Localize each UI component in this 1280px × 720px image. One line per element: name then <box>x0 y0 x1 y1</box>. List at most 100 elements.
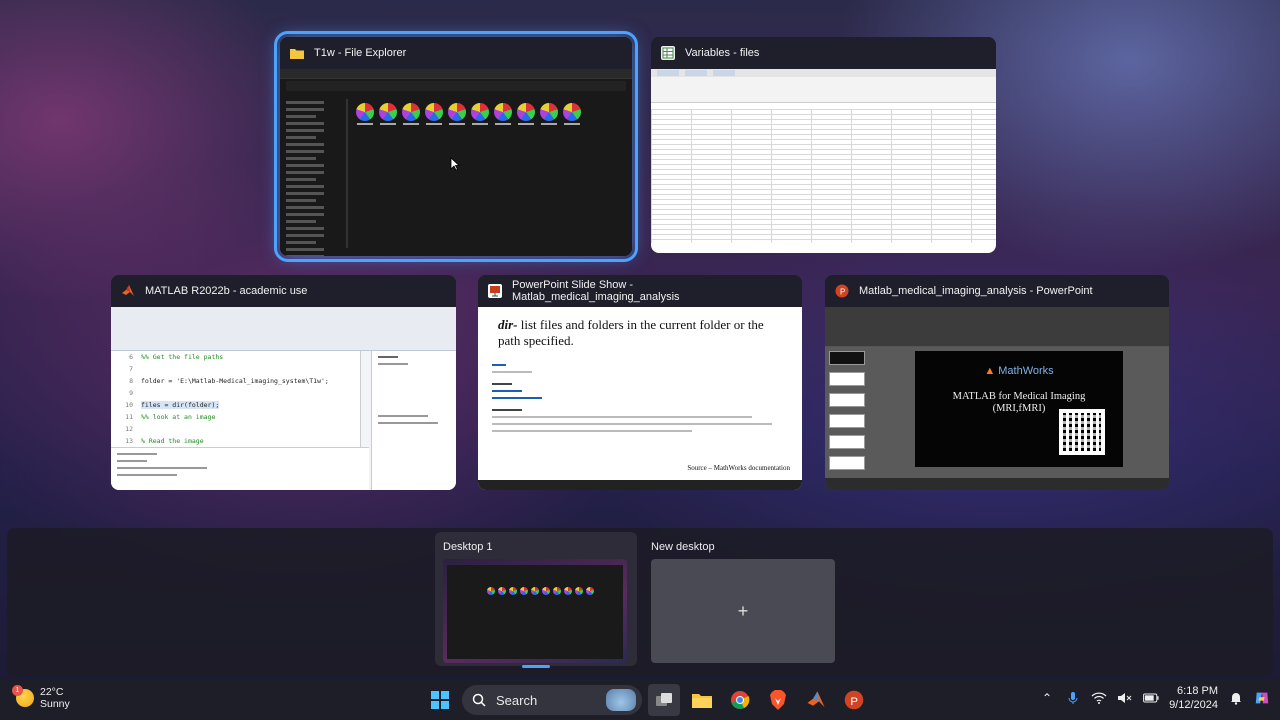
notification-badge: 1 <box>12 685 23 696</box>
line-number: 12 <box>125 425 133 433</box>
desktop-1-label: Desktop 1 <box>443 541 493 553</box>
slide-thumbnails <box>829 351 865 476</box>
weather-condition: Sunny <box>40 698 70 710</box>
task-view-icon <box>656 693 672 706</box>
slide-text: list files and folders in the current fo… <box>498 317 764 348</box>
file-thumbnail <box>540 103 558 125</box>
start-button[interactable] <box>424 684 456 716</box>
line-number: 6 <box>129 353 133 361</box>
line-number: 10 <box>125 401 133 409</box>
code-line: 11 %% look at an image <box>111 411 360 423</box>
chrome-icon <box>731 691 750 709</box>
code-text: files = dir(folder); <box>141 401 220 409</box>
file-thumbnail <box>448 103 466 125</box>
window-preview <box>280 69 632 256</box>
brave-icon <box>770 690 786 710</box>
virtual-desktops-bar: Desktop 1 New desktop + <box>7 528 1273 676</box>
window-header: T1w - File Explorer <box>280 37 632 69</box>
code-text: %% look at an image <box>141 413 216 421</box>
window-title: PowerPoint Slide Show - Matlab_medical_i… <box>512 279 680 303</box>
file-explorer-taskbar-button[interactable] <box>686 684 718 716</box>
chrome-taskbar-button[interactable] <box>724 684 756 716</box>
code-line: 13 % Read the image <box>111 435 360 447</box>
file-thumbnail <box>563 103 581 125</box>
code-editor: 6 %% Get the file paths 7 8 folder = 'E:\Mat… <box>111 351 361 469</box>
matlab-taskbar-button[interactable] <box>800 684 832 716</box>
file-thumbnail <box>379 103 397 125</box>
notification-bell-icon[interactable] <box>1228 690 1244 706</box>
file-thumbnail <box>425 103 443 125</box>
line-number: 7 <box>129 365 133 373</box>
chevron-up-icon[interactable]: ⌃ <box>1039 690 1055 706</box>
matlab-ribbon <box>111 307 456 351</box>
window-preview <box>651 69 996 253</box>
window-preview: 6 %% Get the file paths 7 8 folder = 'E:\Mat… <box>111 307 456 490</box>
code-text: %% Get the file paths <box>141 353 224 361</box>
clock[interactable]: 6:18 PM 9/12/2024 <box>1169 684 1218 712</box>
window-preview: ▲ MathWorks MATLAB for Medical Imaging (M… <box>825 307 1169 490</box>
brave-taskbar-button[interactable] <box>762 684 794 716</box>
clock-time: 6:18 PM <box>1177 685 1218 697</box>
command-window <box>111 447 369 490</box>
search-icon <box>472 693 486 707</box>
desktop-1[interactable]: Desktop 1 <box>435 532 637 666</box>
file-thumbnail <box>402 103 420 125</box>
mouse-cursor-icon <box>450 157 460 171</box>
window-matlab[interactable]: MATLAB R2022b - academic use 6 %% Get the… <box>111 275 456 490</box>
svg-text:P: P <box>840 288 845 297</box>
window-preview: dir- list files and folders in the curre… <box>478 307 802 490</box>
file-thumbnail <box>517 103 535 125</box>
windows-icon <box>431 691 449 709</box>
code-line: 6 %% Get the file paths <box>111 351 360 363</box>
matlab-icon <box>807 691 825 708</box>
battery-icon[interactable] <box>1143 690 1159 706</box>
desktop-1-thumbnail[interactable] <box>443 559 627 663</box>
window-file-explorer[interactable]: T1w - File Explorer <box>274 31 638 262</box>
task-view-button[interactable] <box>648 684 680 716</box>
taskbar-apps: Search P <box>424 684 870 716</box>
new-desktop-button[interactable]: + <box>651 559 835 663</box>
microphone-icon[interactable] <box>1065 690 1081 706</box>
folder-icon <box>290 46 304 60</box>
window-title: T1w - File Explorer <box>314 47 407 59</box>
speaker-muted-icon[interactable] <box>1117 690 1133 706</box>
copilot-icon[interactable] <box>1254 690 1270 706</box>
window-header: Variables - files <box>651 37 996 69</box>
qr-code-image <box>1059 409 1105 455</box>
window-slideshow[interactable]: PowerPoint Slide Show - Matlab_medical_i… <box>478 275 802 490</box>
slideshow-icon <box>488 284 502 298</box>
window-title: MATLAB R2022b - academic use <box>145 285 308 297</box>
window-title: Matlab_medical_imaging_analysis - PowerP… <box>859 285 1093 297</box>
line-number: 8 <box>129 377 133 385</box>
slide-title: dir- list files and folders in the curre… <box>478 307 802 349</box>
plus-icon: + <box>737 600 749 621</box>
weather-widget[interactable]: 1 22°C Sunny <box>12 685 70 710</box>
svg-text:P: P <box>850 696 858 708</box>
window-variables[interactable]: Variables - files <box>651 37 996 253</box>
navigation-pane <box>286 97 340 256</box>
search-highlight-icon <box>606 689 636 711</box>
file-thumbnail <box>494 103 512 125</box>
powerpoint-taskbar-button[interactable]: P <box>838 684 870 716</box>
file-grid <box>356 103 581 125</box>
taskbar: 1 22°C Sunny Search P ⌃ 6:18 PM 9/12/202… <box>0 680 1280 720</box>
slide-keyword: dir- <box>498 317 518 332</box>
line-number: 9 <box>129 389 133 397</box>
code-line: 7 <box>111 363 360 375</box>
system-tray: ⌃ 6:18 PM 9/12/2024 <box>1039 684 1270 712</box>
code-line: 9 <box>111 387 360 399</box>
sun-icon: 1 <box>12 685 34 707</box>
window-header: MATLAB R2022b - academic use <box>111 275 456 307</box>
wifi-icon[interactable] <box>1091 690 1107 706</box>
clock-date: 9/12/2024 <box>1169 699 1218 711</box>
new-desktop-label: New desktop <box>651 541 715 553</box>
variable-table <box>651 109 996 243</box>
matlab-icon <box>121 284 135 298</box>
window-powerpoint[interactable]: P Matlab_medical_imaging_analysis - Powe… <box>825 275 1169 490</box>
new-desktop[interactable]: New desktop + <box>643 532 845 666</box>
status-bar <box>825 478 1169 490</box>
search-label: Search <box>496 692 538 708</box>
code-line: 12 <box>111 423 360 435</box>
line-number: 13 <box>125 437 133 445</box>
search-box[interactable]: Search <box>462 685 642 715</box>
